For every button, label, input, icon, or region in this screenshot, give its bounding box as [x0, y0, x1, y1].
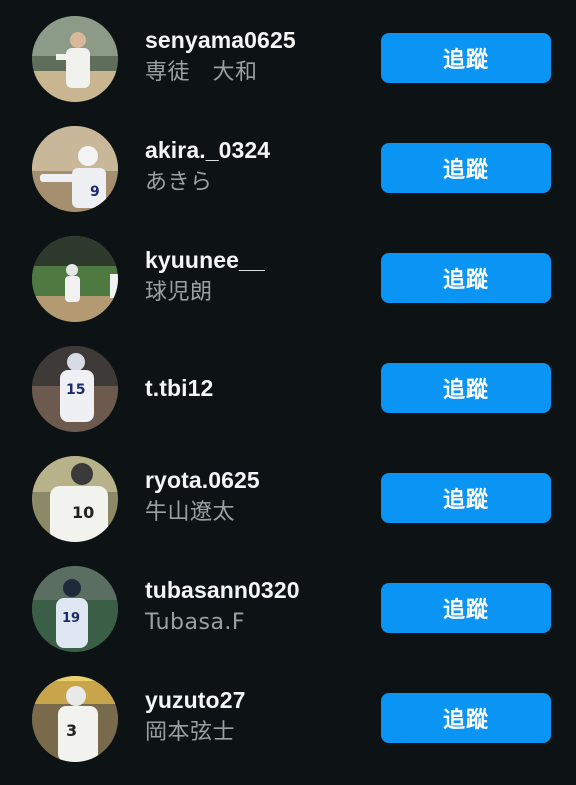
username[interactable]: t.tbi12	[145, 374, 213, 402]
username[interactable]: kyuunee__	[145, 246, 265, 274]
follow-button[interactable]: 追蹤	[381, 473, 551, 523]
full-name: 岡本弦士	[145, 720, 236, 745]
list-item: 15 t.tbi12 追蹤	[0, 334, 576, 444]
full-name: 牛山遼太	[145, 500, 236, 525]
username[interactable]: ryota.0625	[145, 466, 260, 494]
follow-button[interactable]: 追蹤	[381, 583, 551, 633]
svg-text:19: 19	[62, 611, 80, 626]
follow-button[interactable]: 追蹤	[381, 693, 551, 743]
list-item: kyuunee__ 球児朗 追蹤	[0, 224, 576, 334]
svg-text:15: 15	[66, 382, 85, 398]
list-item: 19 tubasann0320 Tubasa.F 追蹤	[0, 554, 576, 664]
user-avatar[interactable]	[32, 16, 118, 102]
svg-text:9: 9	[90, 184, 100, 200]
user-avatar[interactable]: 9	[32, 126, 118, 212]
list-item: 10 ryota.0625 牛山遼太 追蹤	[0, 444, 576, 554]
user-avatar[interactable]: 19	[32, 566, 118, 652]
list-item: 3 yuzuto27 岡本弦士 追蹤	[0, 664, 576, 774]
username[interactable]: tubasann0320	[145, 576, 300, 604]
username[interactable]: yuzuto27	[145, 686, 245, 714]
user-avatar[interactable]: 15	[32, 346, 118, 432]
suggested-users-list: senyama0625 専徒 大和 追蹤 9 akira._0324 あきら 追…	[0, 0, 576, 785]
full-name: あきら	[145, 170, 213, 195]
svg-text:10: 10	[72, 503, 94, 522]
follow-button[interactable]: 追蹤	[381, 363, 551, 413]
username[interactable]: akira._0324	[145, 136, 270, 164]
user-avatar[interactable]	[32, 236, 118, 322]
user-avatar[interactable]: 3	[32, 676, 118, 762]
follow-button[interactable]: 追蹤	[381, 33, 551, 83]
svg-text:3: 3	[66, 721, 77, 740]
follow-button[interactable]: 追蹤	[381, 253, 551, 303]
full-name: 専徒 大和	[145, 60, 258, 85]
full-name: Tubasa.F	[145, 610, 246, 635]
full-name: 球児朗	[145, 280, 213, 305]
list-item: senyama0625 専徒 大和 追蹤	[0, 4, 576, 114]
username[interactable]: senyama0625	[145, 26, 296, 54]
list-item: 9 akira._0324 あきら 追蹤	[0, 114, 576, 224]
follow-button[interactable]: 追蹤	[381, 143, 551, 193]
user-avatar[interactable]: 10	[32, 456, 118, 542]
